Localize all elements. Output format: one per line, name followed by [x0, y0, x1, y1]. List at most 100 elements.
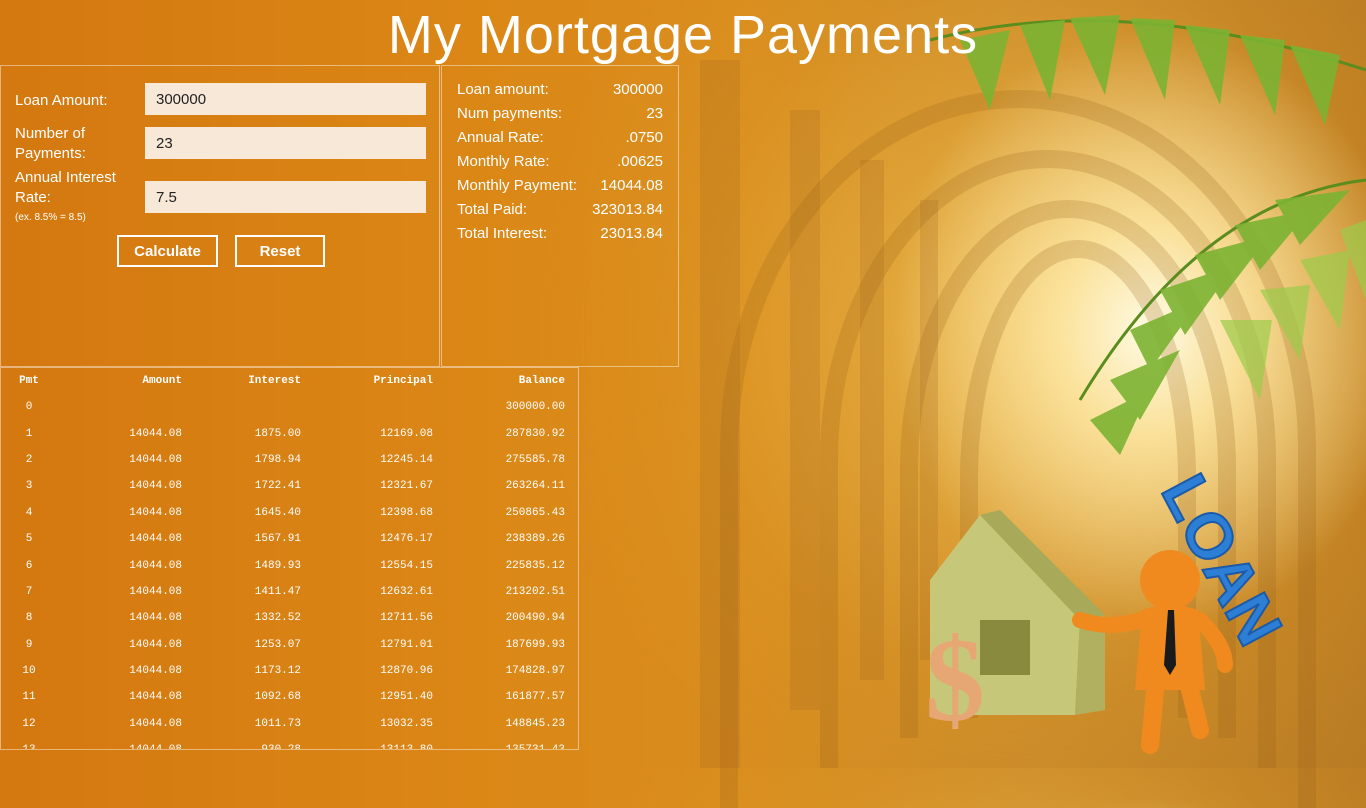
reset-button[interactable]: Reset: [235, 235, 325, 267]
cell-interest: 1875.00: [254, 427, 301, 440]
cell-balance: 213202.51: [505, 585, 565, 598]
calculate-button[interactable]: Calculate: [117, 235, 218, 267]
cell-interest: 1798.94: [254, 453, 301, 466]
table-row: 12 14044.08 1011.73 13032.35 148845.23: [1, 711, 565, 737]
cell-pmt: 9: [25, 638, 33, 651]
cell-principal: 12169.08: [380, 427, 433, 440]
summary-value: .0750: [625, 129, 663, 146]
cell-balance: 275585.78: [505, 453, 565, 466]
table-row: 2 14044.08 1798.94 12245.14 275585.78: [1, 447, 565, 473]
cell-balance: 187699.93: [505, 638, 565, 651]
cell-amount: 14044.08: [129, 717, 182, 730]
cell-interest: 1332.52: [254, 612, 301, 625]
cell-balance: 250865.43: [505, 506, 565, 519]
column-header-principal: Principal: [373, 375, 433, 387]
column-header-interest: Interest: [248, 375, 301, 387]
summary-label: Num payments:: [457, 105, 563, 122]
table-row: 11 14044.08 1092.68 12951.40 161877.57: [1, 684, 565, 710]
table-row: 4 14044.08 1645.40 12398.68 250865.43: [1, 500, 565, 526]
loan-amount-input[interactable]: [145, 83, 426, 115]
summary-label: Annual Rate:: [457, 129, 544, 146]
column-header-amount: Amount: [142, 375, 182, 387]
summary-value: 14044.08: [600, 177, 663, 194]
input-panel: Loan Amount: Number of Payments: Annual …: [0, 65, 440, 367]
cell-principal: 12632.61: [380, 585, 433, 598]
summary-value: 300000: [612, 81, 663, 98]
cell-interest: 1011.73: [254, 717, 301, 730]
cell-interest: 1173.12: [254, 665, 301, 678]
cell-pmt: 12: [22, 717, 36, 730]
interest-rate-label: Annual Interest Rate:: [15, 169, 116, 206]
cell-amount: 14044.08: [129, 533, 182, 546]
cell-balance: 263264.11: [505, 480, 565, 493]
cell-principal: [301, 394, 433, 420]
table-row: 10 14044.08 1173.12 12870.96 174828.97: [1, 658, 565, 684]
summary-label: Monthly Rate:: [457, 153, 550, 170]
cell-principal: 12870.96: [380, 665, 433, 678]
cell-principal: 12245.14: [380, 453, 433, 466]
cell-amount: [51, 394, 182, 420]
cell-balance: 135731.43: [433, 737, 565, 749]
column-header-pmt: Pmt: [19, 375, 39, 387]
interest-rate-hint: (ex. 8.5% = 8.5): [15, 212, 86, 223]
summary-value: 23013.84: [600, 225, 663, 242]
summary-label: Total Interest:: [457, 225, 548, 242]
cell-pmt: 11: [22, 691, 36, 704]
amortization-table: Pmt Amount Interest Principal Balance 0 3…: [1, 368, 565, 749]
cell-principal: 12711.56: [380, 612, 433, 625]
table-row: 1314044.08930.2813113.80135731.43: [1, 737, 565, 749]
cell-amount: 14044.08: [129, 453, 182, 466]
table-row: 1 14044.08 1875.00 12169.08 287830.92: [1, 420, 565, 446]
cell-amount: 14044.08: [129, 691, 182, 704]
cell-pmt: 10: [22, 665, 36, 678]
cell-interest: 930.28: [182, 737, 301, 749]
cell-pmt: 4: [25, 506, 33, 519]
cell-amount: 14044.08: [129, 638, 182, 651]
summary-label: Total Paid:: [457, 201, 528, 218]
table-row: 0 300000.00: [1, 394, 565, 420]
cell-amount: 14044.08: [129, 612, 182, 625]
cell-amount: 14044.08: [129, 427, 182, 440]
cell-principal: 12476.17: [380, 533, 433, 546]
table-row: 9 14044.08 1253.07 12791.01 187699.93: [1, 632, 565, 658]
cell-balance: 287830.92: [505, 427, 565, 440]
cell-interest: 1567.91: [254, 533, 301, 546]
cell-balance: 225835.12: [505, 559, 565, 572]
cell-principal: 12398.68: [380, 506, 433, 519]
cell-interest: 1253.07: [254, 638, 301, 651]
num-payments-input[interactable]: [145, 127, 426, 159]
amortization-table-panel[interactable]: Pmt Amount Interest Principal Balance 0 3…: [0, 367, 579, 750]
cell-interest: [182, 394, 301, 420]
cell-balance: 238389.26: [505, 533, 565, 546]
cell-interest: 1722.41: [254, 480, 301, 493]
table-row: 5 14044.08 1567.91 12476.17 238389.26: [1, 526, 565, 552]
loan-amount-label: Loan Amount:: [15, 92, 108, 109]
cell-pmt: 7: [25, 585, 33, 598]
cell-amount: 14044.08: [129, 585, 182, 598]
cell-balance: 174828.97: [505, 665, 565, 678]
cell-pmt: 2: [25, 453, 33, 466]
table-header-row: Pmt Amount Interest Principal Balance: [1, 368, 565, 394]
dollar-sign-icon: $: [925, 613, 985, 746]
table-row: 7 14044.08 1411.47 12632.61 213202.51: [1, 579, 565, 605]
cell-principal: 13032.35: [380, 717, 433, 730]
house-loan-illustration: $ LOAN: [925, 470, 1297, 754]
summary-panel: Loan amount: 300000 Num payments: 23 Ann…: [441, 65, 679, 367]
cell-interest: 1489.93: [254, 559, 301, 572]
cell-balance: 300000.00: [505, 401, 565, 414]
cell-amount: 14044.08: [129, 665, 182, 678]
column-header-balance: Balance: [518, 375, 565, 387]
cell-interest: 1645.40: [254, 506, 301, 519]
num-payments-label: Number of Payments:: [15, 125, 86, 162]
summary-label: Loan amount:: [457, 81, 549, 98]
cell-principal: 12791.01: [380, 638, 433, 651]
cell-balance: 148845.23: [505, 717, 565, 730]
cell-interest: 1092.68: [254, 691, 301, 704]
cell-pmt: 1: [25, 427, 33, 440]
table-row: 8 14044.08 1332.52 12711.56 200490.94: [1, 605, 565, 631]
cell-principal: 12321.67: [380, 480, 433, 493]
cell-amount: 14044.08: [129, 559, 182, 572]
interest-rate-input[interactable]: [145, 181, 426, 213]
cell-amount: 14044.08: [129, 506, 182, 519]
cell-interest: 1411.47: [254, 585, 301, 598]
